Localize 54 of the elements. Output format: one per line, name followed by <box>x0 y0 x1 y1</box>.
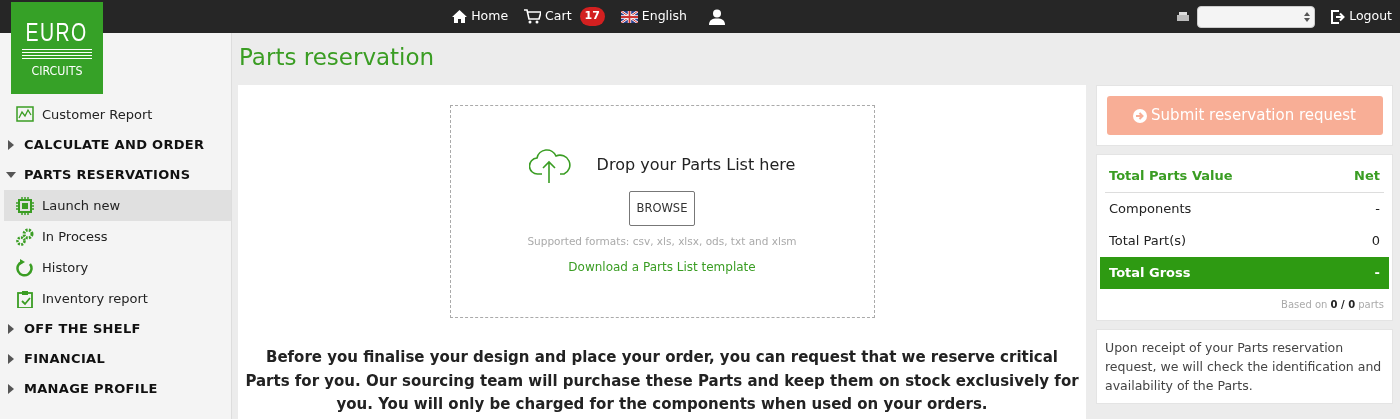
caret-right-icon <box>8 354 14 364</box>
chip-icon <box>16 196 34 215</box>
formats-hint: Supported formats: csv, xls, xlsx, ods, txt and xlsm <box>527 233 797 249</box>
chart-icon <box>16 105 34 124</box>
cart-icon <box>524 9 542 24</box>
caret-right-icon <box>8 324 14 334</box>
summary-value: 0 <box>1371 232 1380 251</box>
flag-icon <box>620 10 638 23</box>
clipboard-icon <box>16 289 34 308</box>
nav-link[interactable]: Home <box>452 7 509 26</box>
drop-zone[interactable]: Drop your Parts List here BROWSE Supported formats: csv, xls, xlsx, ods, txt and xlsm Download a Parts List template <box>449 105 875 318</box>
arrow-circle-icon <box>1133 108 1148 123</box>
drop-title: Drop your Parts List here <box>596 154 796 176</box>
sidebar-item[interactable]: In Process <box>0 221 231 252</box>
logo-text: CIRCUITS <box>31 64 83 77</box>
gears-icon <box>16 227 34 246</box>
upload-cloud-icon <box>528 147 573 183</box>
summary-label: Total Parts Value <box>1109 166 1233 185</box>
user-icon[interactable] <box>709 8 725 25</box>
printer-icon[interactable] <box>1177 11 1190 22</box>
sidebar-section[interactable]: MANAGE PROFILE <box>0 374 231 404</box>
logout-link[interactable]: Logout <box>1331 7 1392 26</box>
nav-link[interactable]: Cart 17 <box>524 7 605 26</box>
sidebar-section[interactable]: PARTS RESERVATIONS <box>0 160 231 190</box>
summary-label: Components <box>1109 200 1192 219</box>
select-field[interactable] <box>1197 5 1316 28</box>
summary-label: Total Part(s) <box>1109 232 1187 251</box>
caret-icon <box>1304 11 1311 22</box>
caret-down-icon <box>6 172 16 178</box>
cart-count-badge: 17 <box>579 7 605 26</box>
parts-count-note: Based on 0 / 0 parts <box>1280 298 1384 312</box>
summary-value: - <box>1375 200 1380 219</box>
intro-text: Before you finalise your design and place your order, you can request that we reserve critical Parts for you. Our sourcing team will purchase these Parts and keep them on stock exclusively for you. You will only be charged for the components when used on your orders. <box>244 347 1080 415</box>
home-icon <box>452 10 468 23</box>
nav-link[interactable]: English <box>620 7 687 26</box>
logo-text: EURO <box>25 19 89 45</box>
template-link[interactable]: Download a Parts List template <box>568 257 756 276</box>
sidebar-section[interactable]: CALCULATE AND ORDER <box>0 130 231 160</box>
logout-icon <box>1331 9 1346 24</box>
refresh-icon <box>16 258 34 277</box>
sidebar-item[interactable]: Launch new <box>4 190 231 221</box>
sidebar-item[interactable]: Inventory report <box>0 283 231 314</box>
sidebar-section[interactable]: FINANCIAL <box>0 344 231 374</box>
page-title: Parts reservation <box>238 43 436 72</box>
summary-value: - <box>1374 264 1380 283</box>
info-text: Upon receipt of your Parts reservation request, we will check the identification and availability of the Parts. <box>1105 339 1383 395</box>
summary-label: Total Gross <box>1109 264 1191 283</box>
summary-value: Net <box>1354 166 1380 185</box>
browse-button[interactable]: BROWSE <box>628 190 696 226</box>
caret-right-icon <box>8 140 14 150</box>
sidebar-item[interactable]: History <box>0 252 231 283</box>
caret-right-icon <box>8 384 14 394</box>
sidebar-item[interactable]: Customer Report <box>0 99 231 130</box>
sidebar-section[interactable]: OFF THE SHELF <box>0 314 231 344</box>
